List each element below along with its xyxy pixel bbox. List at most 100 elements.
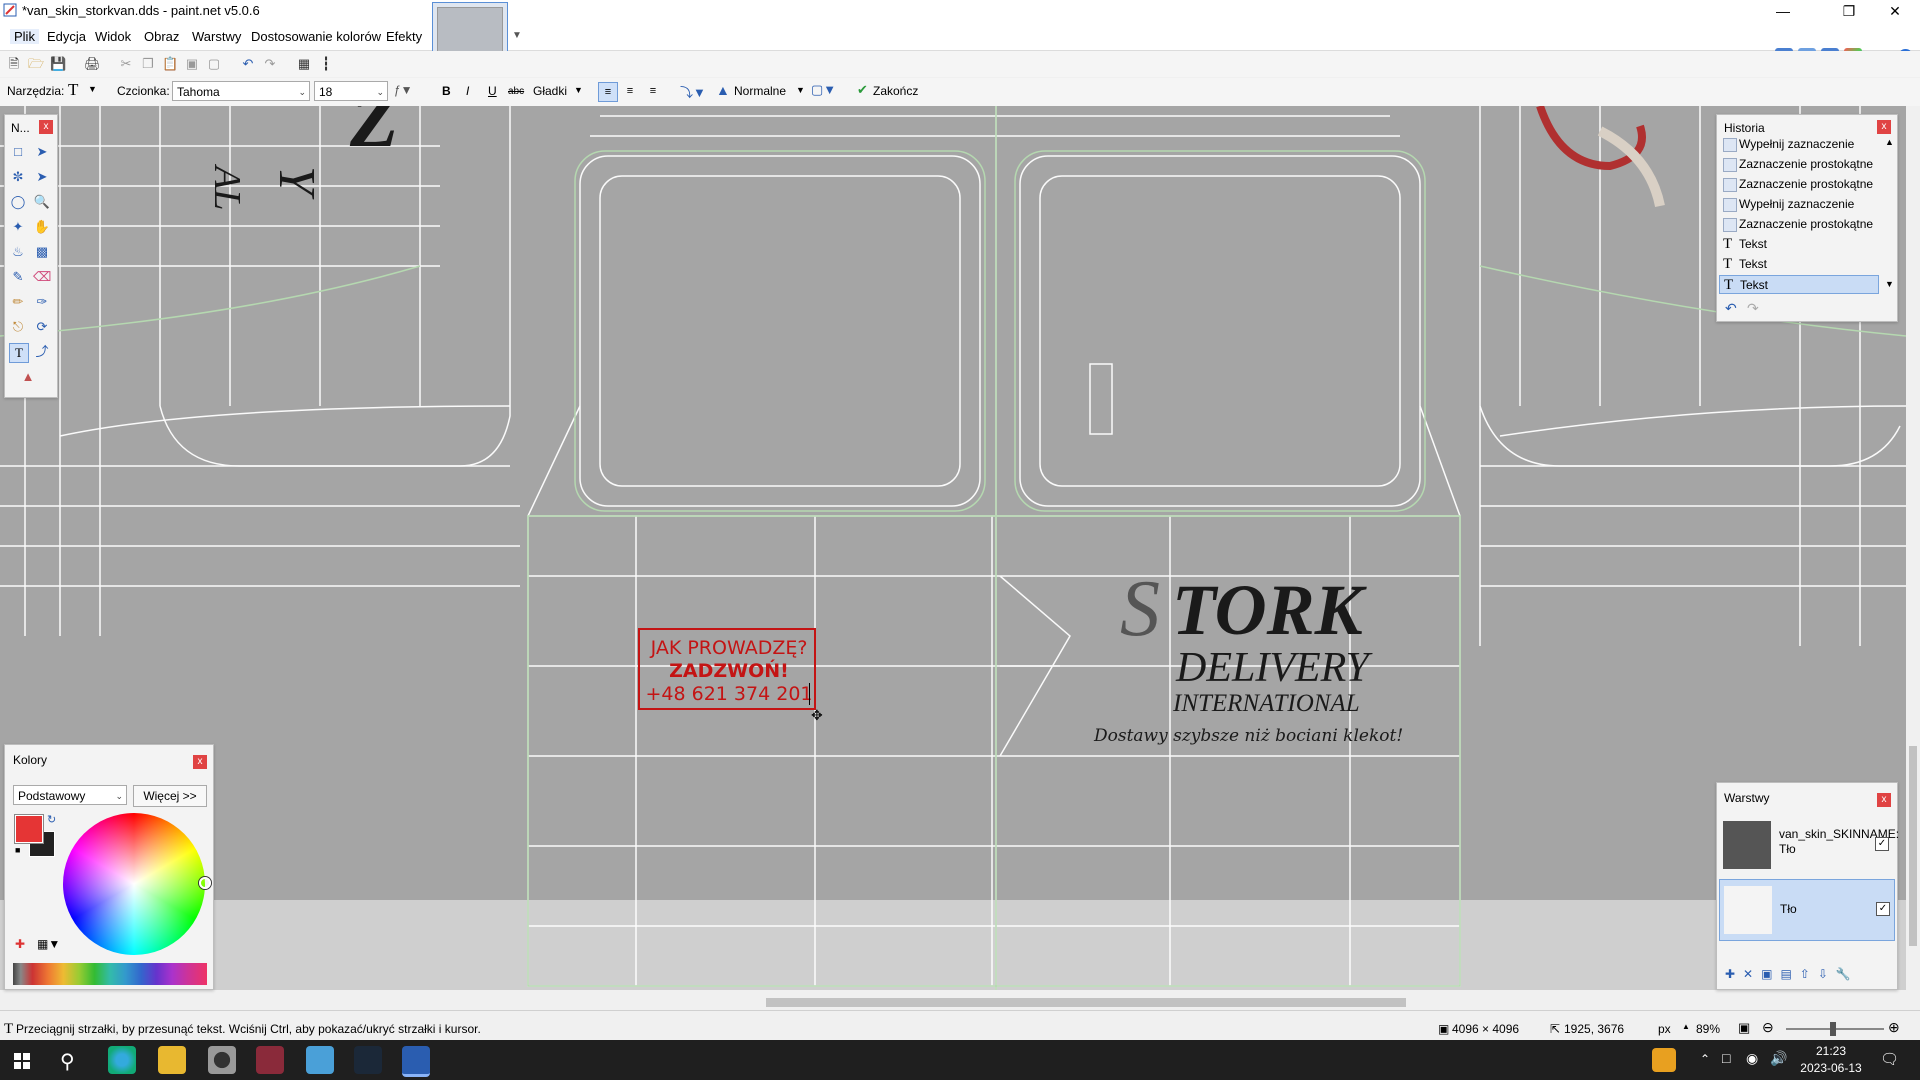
clone-stamp-icon[interactable]: ⎋ xyxy=(9,318,27,336)
image-canvas[interactable]: AL Y Z JAK PROWADZĘ? ZADZWOŃ! +48 621 37… xyxy=(0,106,1906,990)
color-picker-icon[interactable]: ✑ xyxy=(33,293,51,311)
clock-date[interactable]: 2023-06-13 xyxy=(1798,1061,1864,1075)
reset-colors-icon[interactable]: ■ xyxy=(15,845,20,855)
zoom-in-icon[interactable]: ⊕ xyxy=(1888,1019,1900,1036)
more-colors-button[interactable]: Więcej >> xyxy=(133,785,207,807)
gradient-icon[interactable]: ▩ xyxy=(33,243,51,261)
restore-button[interactable]: ❐ xyxy=(1826,0,1872,22)
horizontal-scroll-thumb[interactable] xyxy=(766,998,1406,1007)
antialias-dropdown-icon[interactable]: ▼ xyxy=(574,85,583,95)
antialias-mode-icon[interactable]: ⤵▼ xyxy=(680,82,706,101)
palette-menu-icon[interactable]: ▦▼ xyxy=(37,937,60,951)
crop-icon[interactable]: ▣ xyxy=(184,56,200,72)
units-dropdown-icon[interactable]: ▲ xyxy=(1682,1022,1690,1031)
open-file-icon[interactable]: 🗁 xyxy=(28,56,44,72)
history-item[interactable]: Zaznaczenie prostokątne xyxy=(1719,215,1889,234)
menu-warstwy[interactable]: Warstwy xyxy=(188,29,245,44)
color-wheel-handle[interactable] xyxy=(199,877,211,889)
grid-icon[interactable]: ▦ xyxy=(296,56,312,72)
history-item-selected[interactable]: T Tekst xyxy=(1719,275,1879,294)
image-tabs-dropdown-icon[interactable]: ▼ xyxy=(512,30,522,41)
units-select[interactable]: px xyxy=(1658,1022,1671,1036)
history-item[interactable]: Zaznaczenie prostokątne xyxy=(1719,155,1889,174)
pan-hand-icon[interactable]: ✋ xyxy=(33,218,51,236)
tools-panel-close[interactable]: x xyxy=(39,120,53,134)
rectangle-select-icon[interactable]: □ xyxy=(9,143,27,161)
history-undo-icon[interactable]: ↶ xyxy=(1725,300,1737,317)
layer-row-selected[interactable]: Tło ✓ xyxy=(1719,879,1895,941)
menu-obraz[interactable]: Obraz xyxy=(140,29,183,44)
network-icon[interactable]: ◉ xyxy=(1746,1050,1758,1067)
tray-app-icon[interactable] xyxy=(1652,1048,1676,1072)
move-selection-icon[interactable]: ➤ xyxy=(33,168,51,186)
layer-visibility-checkbox[interactable]: ✓ xyxy=(1876,902,1890,916)
paintnet-taskbar-icon[interactable] xyxy=(402,1046,430,1077)
zoom-level[interactable]: 89% xyxy=(1696,1022,1720,1036)
history-item[interactable]: Wypełnij zaznaczenie xyxy=(1719,135,1889,154)
edge-browser-icon[interactable] xyxy=(108,1046,136,1074)
font-rendering-icon[interactable]: ƒ▼ xyxy=(394,83,413,97)
deselect-icon[interactable]: ▢ xyxy=(206,56,222,72)
paint-bucket-icon[interactable]: ♨ xyxy=(9,243,27,261)
color-palette-strip[interactable] xyxy=(13,963,207,985)
menu-plik[interactable]: Plik xyxy=(10,29,39,44)
zoom-slider-handle[interactable] xyxy=(1830,1022,1836,1036)
menu-edycja[interactable]: Edycja xyxy=(43,29,90,44)
app-window-icon[interactable] xyxy=(306,1046,334,1074)
save-file-icon[interactable]: 💾 xyxy=(50,56,66,72)
layer-row[interactable]: van_skin_SKINNAME: Tło ✓ xyxy=(1719,817,1899,875)
selection-clip-icon[interactable]: ▢▼ xyxy=(811,82,836,98)
underline-button[interactable]: U xyxy=(488,84,497,98)
strikethrough-button[interactable]: abc xyxy=(508,86,524,97)
notification-center-icon[interactable]: 🗨 xyxy=(1880,1050,1899,1068)
steam-icon[interactable] xyxy=(354,1046,382,1074)
winrar-icon[interactable] xyxy=(256,1046,284,1074)
volume-icon[interactable]: 🔊 xyxy=(1770,1050,1787,1067)
blend-mode-select[interactable]: Normalne xyxy=(734,84,786,98)
history-redo-icon[interactable]: ↷ xyxy=(1747,300,1759,317)
blend-dropdown-icon[interactable]: ▼ xyxy=(796,85,805,95)
blend-mode-icon[interactable]: ▲ xyxy=(716,82,730,98)
paste-icon[interactable]: 📋 xyxy=(162,56,178,72)
start-button-icon[interactable] xyxy=(14,1053,30,1069)
tool-dropdown-icon[interactable]: ▼ xyxy=(88,84,97,94)
text-tool-icon[interactable]: T xyxy=(68,80,78,100)
move-selected-icon[interactable]: ➤ xyxy=(33,143,51,161)
align-left-icon[interactable]: ≡ xyxy=(598,82,618,102)
history-scroll-down-icon[interactable]: ▼ xyxy=(1885,279,1894,289)
history-panel-close[interactable]: x xyxy=(1877,120,1891,134)
recolor-icon[interactable]: ⟳ xyxy=(33,318,51,336)
file-explorer-icon[interactable] xyxy=(158,1046,186,1074)
color-mode-select[interactable]: Podstawowy ⌄ xyxy=(13,785,127,805)
minimize-button[interactable]: — xyxy=(1760,0,1806,22)
layer-visibility-checkbox[interactable]: ✓ xyxy=(1875,837,1889,851)
layers-panel-close[interactable]: x xyxy=(1877,793,1891,807)
colors-panel-close[interactable]: x xyxy=(193,755,207,769)
swap-colors-icon[interactable]: ↻ xyxy=(47,813,56,826)
clock-time[interactable]: 21:23 xyxy=(1806,1044,1856,1058)
print-icon[interactable]: 🖨 xyxy=(84,56,101,72)
antialias-select[interactable]: Gładki xyxy=(533,84,567,98)
zoom-out-icon[interactable]: ⊖ xyxy=(1762,1019,1774,1036)
tray-device-icon[interactable]: □ xyxy=(1722,1050,1730,1066)
undo-icon[interactable]: ↶ xyxy=(240,56,256,72)
move-handle-icon[interactable]: ✥ xyxy=(811,707,823,724)
close-button[interactable]: ✕ xyxy=(1872,0,1918,22)
ruler-icon[interactable]: ┇ xyxy=(318,56,334,72)
ellipse-select-icon[interactable]: ◯ xyxy=(9,193,27,211)
history-scroll-up-icon[interactable]: ▲ xyxy=(1885,137,1894,147)
copy-icon[interactable]: ❐ xyxy=(140,56,156,72)
color-wheel[interactable] xyxy=(63,813,205,955)
fit-window-icon[interactable]: ▣ xyxy=(1738,1020,1750,1036)
zoom-icon[interactable]: 🔍 xyxy=(33,193,51,211)
vertical-scroll-thumb[interactable] xyxy=(1909,746,1917,946)
horizontal-scrollbar[interactable] xyxy=(0,994,1906,1010)
history-item[interactable]: Wypełnij zaznaczenie xyxy=(1719,195,1889,214)
pencil-icon[interactable]: ✏ xyxy=(9,293,27,311)
font-select[interactable]: Tahoma ⌄ xyxy=(172,81,310,101)
media-player-icon[interactable] xyxy=(208,1046,236,1074)
paintbrush-icon[interactable]: ✎ xyxy=(9,268,27,286)
add-to-palette-icon[interactable]: ✚ xyxy=(15,937,25,951)
primary-color-swatch[interactable] xyxy=(15,815,43,843)
history-item[interactable]: T Tekst xyxy=(1719,235,1889,254)
